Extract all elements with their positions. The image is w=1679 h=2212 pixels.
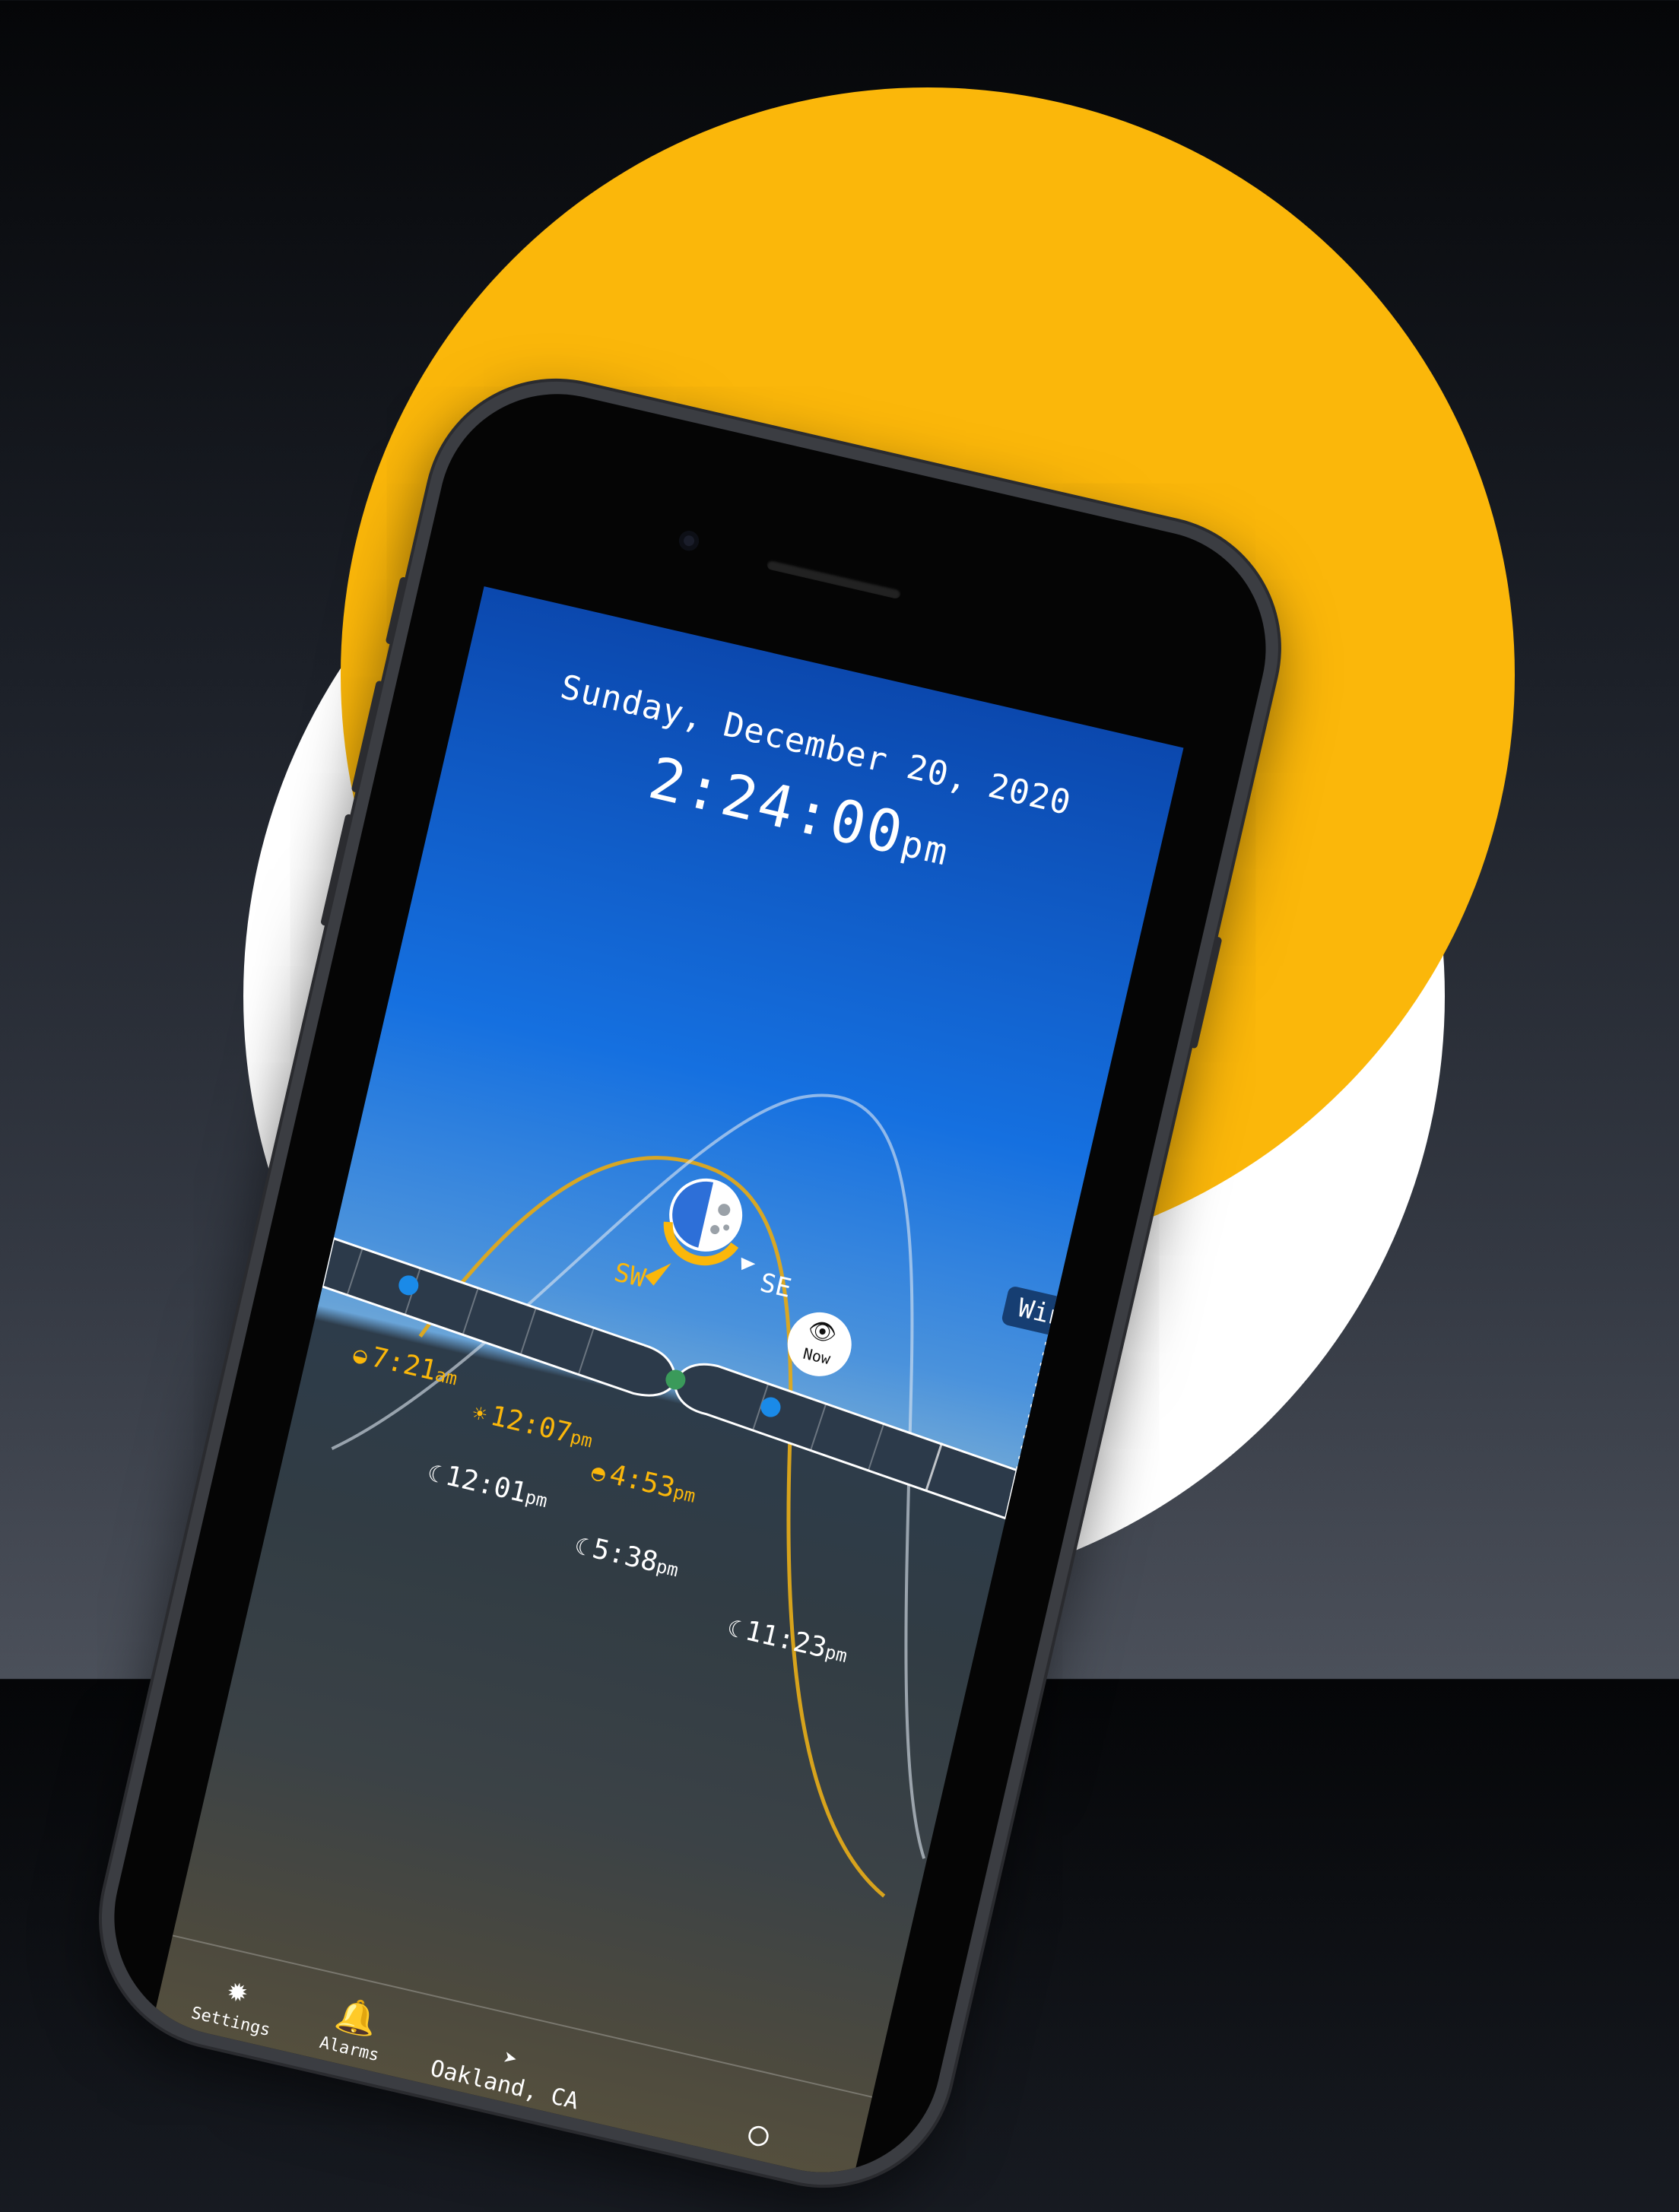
se-arrow-icon: [741, 1257, 756, 1271]
moonset-suffix: pm: [823, 1641, 849, 1668]
search-icon: ○: [744, 2112, 773, 2155]
tab-alarms[interactable]: 🔔 Alarms: [295, 1984, 414, 2071]
phone-mockup: Sunday, December 20, 2020 2:24:00pm SW S…: [76, 356, 1304, 2211]
location-button[interactable]: ➤ Oakland, CA: [428, 2030, 587, 2115]
chevron-down-icon: ⌄: [1100, 1268, 1123, 1303]
solar-noon-suffix: pm: [568, 1426, 595, 1452]
speaker-grille: [766, 558, 902, 600]
camera-icon: [677, 528, 701, 553]
moon-transit-suffix: pm: [654, 1555, 681, 1582]
tab-settings[interactable]: ✹ Settings: [176, 1957, 295, 2043]
sun-path-curve: [331, 1093, 926, 1859]
tab-search[interactable]: ○: [702, 2100, 816, 2169]
phone-bezel: Sunday, December 20, 2020 2:24:00pm SW S…: [90, 370, 1290, 2196]
sw-arrow-icon: [645, 1263, 671, 1286]
sunrise-suffix: am: [433, 1363, 460, 1390]
sunset-suffix: pm: [671, 1481, 698, 1507]
moonrise-suffix: pm: [523, 1486, 550, 1512]
